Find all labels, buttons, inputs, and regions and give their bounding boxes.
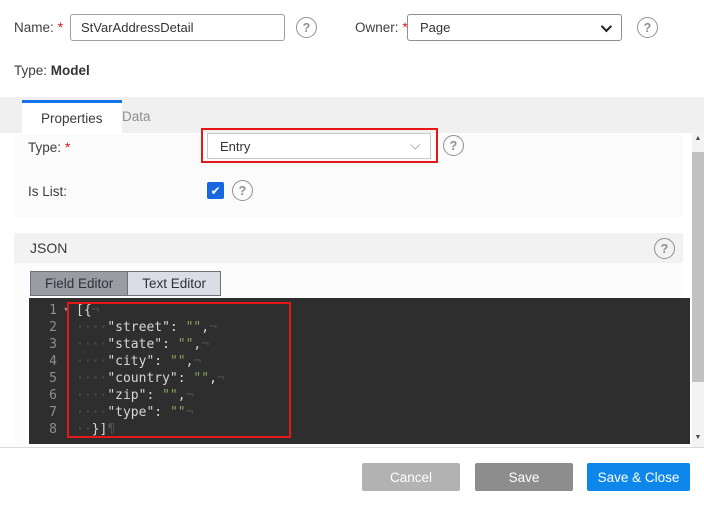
chevron-down-icon xyxy=(410,140,420,150)
owner-select[interactable]: Page xyxy=(407,14,622,41)
json-help-icon[interactable]: ? xyxy=(654,238,675,259)
scrollbar-thumb[interactable] xyxy=(692,152,704,382)
editor-mode-toggle: Field Editor Text Editor xyxy=(30,271,221,296)
json-section-title: JSON xyxy=(30,240,67,256)
json-code-editor[interactable]: 1▾2345678 [{¬····"street": "",¬····"stat… xyxy=(29,298,690,444)
question-mark-glyph: ? xyxy=(239,184,247,198)
fold-spacer xyxy=(57,319,75,336)
name-required-asterisk: * xyxy=(58,20,63,35)
fold-spacer xyxy=(57,404,75,421)
tab-data[interactable]: Data xyxy=(103,100,170,133)
json-section-header: JSON ? xyxy=(14,233,683,263)
scrollbar-down-arrow[interactable]: ▼ xyxy=(692,431,704,443)
type-required-asterisk: * xyxy=(65,140,70,155)
code-line: ····"zip": "",¬ xyxy=(76,387,225,404)
chevron-down-icon xyxy=(601,21,612,32)
fold-arrow-icon[interactable]: ▾ xyxy=(57,302,75,319)
up-arrow-icon: ▲ xyxy=(695,135,702,142)
is-list-checkbox[interactable]: ✔ xyxy=(207,182,224,199)
fold-spacer xyxy=(57,421,75,438)
code-line: ····"street": "",¬ xyxy=(76,319,225,336)
owner-label-text: Owner: xyxy=(355,20,399,35)
type-dropdown[interactable]: Entry xyxy=(207,133,431,159)
name-label: Name: * xyxy=(14,20,63,35)
question-mark-glyph: ? xyxy=(661,242,669,256)
type-selected-value: Entry xyxy=(220,139,250,154)
code-line: ····"type": ""¬ xyxy=(76,404,225,421)
code-line: ····"country": "",¬ xyxy=(76,370,225,387)
scrollbar-up-arrow[interactable]: ▲ xyxy=(692,132,704,144)
owner-label: Owner: * xyxy=(355,20,408,35)
down-arrow-icon: ▼ xyxy=(695,434,702,441)
save-and-close-button[interactable]: Save & Close xyxy=(587,463,690,491)
fold-spacer xyxy=(57,370,75,387)
json-section: JSON ? Field Editor Text Editor 1▾234567… xyxy=(14,233,683,445)
checkmark-icon: ✔ xyxy=(210,184,220,198)
fold-spacer xyxy=(57,353,75,370)
code-line: ····"city": "",¬ xyxy=(76,353,225,370)
editor-gutter: 1▾2345678 xyxy=(29,302,76,438)
question-mark-glyph: ? xyxy=(303,21,311,35)
model-type-row: Type: Model xyxy=(14,63,90,78)
type-help-icon[interactable]: ? xyxy=(443,135,464,156)
cancel-button[interactable]: Cancel xyxy=(362,463,460,491)
name-help-icon[interactable]: ? xyxy=(296,17,317,38)
editor-code: [{¬····"street": "",¬····"state": "",¬··… xyxy=(76,302,225,438)
question-mark-glyph: ? xyxy=(644,21,652,35)
type-label: Type: * xyxy=(28,140,70,155)
vertical-scrollbar[interactable]: ▲ ▼ xyxy=(692,130,704,447)
text-editor-label: Text Editor xyxy=(142,276,206,291)
footer-divider xyxy=(0,447,704,448)
code-line: ··}]¶ xyxy=(76,421,225,438)
is-list-label: Is List: xyxy=(28,184,67,199)
code-line: [{¬ xyxy=(76,302,225,319)
name-input[interactable] xyxy=(70,14,285,41)
owner-help-icon[interactable]: ? xyxy=(637,17,658,38)
field-editor-button[interactable]: Field Editor xyxy=(31,272,127,295)
fold-spacer xyxy=(57,336,75,353)
type-label-text: Type: xyxy=(28,140,61,155)
field-editor-label: Field Editor xyxy=(45,276,113,291)
tab-data-label: Data xyxy=(122,109,151,124)
question-mark-glyph: ? xyxy=(450,139,458,153)
is-list-help-icon[interactable]: ? xyxy=(232,180,253,201)
fold-spacer xyxy=(57,387,75,404)
model-type-label: Type: xyxy=(14,63,47,78)
name-label-text: Name: xyxy=(14,20,54,35)
owner-selected-value: Page xyxy=(420,20,450,35)
model-type-value: Model xyxy=(51,63,90,78)
variable-editor-dialog: Name: * ? Owner: * Page ? Type: Model Pr… xyxy=(0,0,704,511)
code-line: ····"state": "",¬ xyxy=(76,336,225,353)
tab-properties-label: Properties xyxy=(41,111,103,126)
tab-bar: Properties Data xyxy=(0,97,704,133)
editor-content: 1▾2345678 [{¬····"street": "",¬····"stat… xyxy=(29,302,225,438)
save-button[interactable]: Save xyxy=(475,463,573,491)
text-editor-button[interactable]: Text Editor xyxy=(127,272,220,295)
